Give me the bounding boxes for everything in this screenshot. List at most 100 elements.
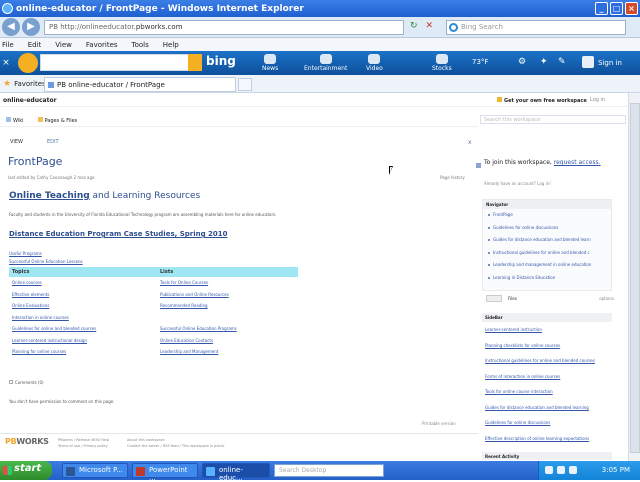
address-input[interactable]: PB http://onlineeducator.pbworks.com	[44, 20, 404, 35]
close-button[interactable]: ×	[625, 2, 638, 15]
table-cell-link[interactable]: Publications and Online Resources	[160, 292, 298, 297]
maximize-button[interactable]: □	[610, 2, 623, 15]
sidebar-link[interactable]: Planning checklists for online courses	[482, 338, 612, 354]
taskbar-item-word[interactable]: Microsoft P...	[62, 463, 128, 478]
tray-icon[interactable]	[545, 466, 553, 474]
mouse-cursor-icon	[389, 166, 393, 175]
scrollbar-thumb[interactable]	[630, 103, 640, 453]
page-history-link[interactable]: Page history	[440, 175, 465, 180]
bing-stocks-button[interactable]: Stocks	[432, 54, 452, 72]
options-link[interactable]: options	[599, 296, 614, 301]
volume-icon[interactable]	[569, 466, 577, 474]
workspace-search-input[interactable]: Search this workspace	[480, 115, 626, 124]
forward-button[interactable]: ▶	[22, 18, 40, 36]
header-topics: Topics	[12, 269, 30, 275]
already-account-text[interactable]: Already have an account? Log in!	[484, 181, 551, 186]
sidebar-link[interactable]: Guidelines for online discussions	[482, 415, 612, 431]
table-cell-link[interactable]: Online Evaluations	[9, 303, 160, 308]
table-cell-link[interactable]: Online courses	[9, 280, 160, 285]
view-tab[interactable]: VIEW	[10, 139, 23, 145]
star-icon[interactable]: ★	[3, 79, 11, 89]
tools-icon[interactable]: ✦	[540, 57, 548, 67]
favorites-button[interactable]: Favorites	[14, 80, 46, 88]
weather-readout[interactable]: 73°F	[472, 58, 488, 66]
sidebar-link[interactable]: Instructional guidelines for online and …	[482, 353, 612, 369]
taskbar-item-powerpoint[interactable]: PowerPoint ...	[132, 463, 198, 482]
table-cell-link[interactable]: Planning for online courses	[9, 349, 160, 354]
start-button[interactable]: start	[0, 461, 52, 480]
join-text: To join this workspace,	[484, 159, 552, 166]
tab-wiki[interactable]: Wiki	[6, 117, 24, 124]
table-cell-link[interactable]: Tools for Online Courses	[160, 280, 298, 285]
bing-video-button[interactable]: Video	[366, 54, 383, 72]
refresh-icon[interactable]: ↻	[410, 21, 418, 31]
gear-icon[interactable]: ⚙	[518, 57, 526, 67]
close-toolbar-icon[interactable]: ×	[0, 58, 12, 68]
table-cell-link[interactable]: Learner-centered instructional design	[9, 338, 160, 343]
tray-icon[interactable]	[557, 466, 565, 474]
workspace-name[interactable]: online-educator	[3, 97, 57, 104]
close-icon[interactable]: x	[468, 139, 472, 146]
sidebar-link[interactable]: Tools for online course interaction	[482, 384, 612, 400]
navigator-item[interactable]: Leadership and management in online educ…	[483, 259, 611, 272]
comment-icon	[9, 380, 13, 384]
sidebar-link[interactable]: Guides for distance education and blende…	[482, 400, 612, 416]
wrench-icon[interactable]: ✎	[558, 57, 566, 67]
menu-favorites[interactable]: Favorites	[86, 41, 118, 49]
user-icon[interactable]	[582, 56, 594, 68]
tab-pages-files[interactable]: Pages & Files	[37, 117, 78, 124]
pbworks-logo[interactable]: PBWORKS	[5, 437, 49, 446]
taskbar-item-browser[interactable]: online-educ...	[202, 463, 270, 482]
sidebar-link[interactable]: Forms of interaction in online courses	[482, 369, 612, 385]
menu-view[interactable]: View	[55, 41, 72, 49]
table-cell-link[interactable]: Successful Online Education Programs	[160, 326, 298, 331]
browser-tab[interactable]: PB online-educator / FrontPage	[44, 77, 236, 92]
sidebar-link[interactable]: Learner-centered instruction	[482, 322, 612, 338]
clock[interactable]: 3:05 PM	[602, 466, 630, 474]
bing-entertainment-button[interactable]: Entertainment	[304, 54, 347, 72]
navigator-item[interactable]: Guidelines for online discussions	[483, 222, 611, 235]
comments-toggle[interactable]: Comments (0)	[9, 380, 44, 385]
navigator-item[interactable]: Instructional guidelines for online and …	[483, 247, 611, 260]
vertical-scrollbar[interactable]	[628, 93, 640, 461]
useful-programs-link[interactable]: Useful Programs	[9, 250, 83, 258]
table-cell-link[interactable]: Online Education Contacts	[160, 338, 298, 343]
main-heading: Online Teaching and Learning Resources	[9, 191, 200, 201]
bing-toolbar-search[interactable]	[40, 54, 190, 71]
desktop-search-input[interactable]: Search Desktop	[274, 464, 384, 477]
sidebar-link[interactable]: Effective description of online learning…	[482, 431, 612, 447]
table-cell-link[interactable]: Guidelines for online and blended course…	[9, 326, 160, 331]
back-button[interactable]: ◀	[2, 18, 20, 36]
footer-contact-link[interactable]: Contact the owner / RSS feed / This work…	[127, 443, 225, 449]
printable-version-link[interactable]: Printable version	[422, 421, 456, 426]
bing-search-input[interactable]: Bing Search	[446, 20, 626, 35]
request-access-link[interactable]: request access.	[554, 159, 601, 166]
navigator-panel: Navigator FrontPage Guidelines for onlin…	[482, 199, 612, 291]
navigator-item[interactable]: Learning in Distance Education	[483, 272, 611, 285]
files-link[interactable]: Files	[508, 296, 517, 301]
table-cell-link[interactable]: Effective elements	[9, 292, 160, 297]
new-button[interactable]	[486, 295, 502, 302]
navigator-item[interactable]: Guides for distance education and blende…	[483, 234, 611, 247]
tab-label: Pages & Files	[44, 118, 78, 124]
table-cell-link[interactable]: Leadership and Management	[160, 349, 298, 354]
get-workspace-link[interactable]: Get your own free workspace	[497, 97, 587, 104]
minimize-button[interactable]: _	[595, 2, 608, 15]
successful-lessons-link[interactable]: Successful Online Education Lessons	[9, 258, 83, 266]
menu-tools[interactable]: Tools	[132, 41, 149, 49]
sign-in-link[interactable]: Sign in	[598, 59, 622, 67]
edit-tab[interactable]: EDIT	[47, 139, 59, 145]
bing-search-button[interactable]	[188, 54, 202, 71]
login-link[interactable]: Log in	[590, 97, 605, 103]
bing-news-button[interactable]: News	[262, 54, 278, 72]
footer-terms-link[interactable]: Terms of use / Privacy policy	[58, 443, 109, 449]
table-cell-link[interactable]: Interaction in online courses	[9, 315, 160, 320]
menu-edit[interactable]: Edit	[28, 41, 42, 49]
menu-help[interactable]: Help	[163, 41, 179, 49]
new-tab-button[interactable]	[238, 78, 252, 91]
stop-icon[interactable]: ✕	[426, 21, 434, 31]
menu-file[interactable]: File	[2, 41, 14, 49]
case-studies-link[interactable]: Distance Education Program Case Studies,…	[9, 230, 228, 238]
navigator-item[interactable]: FrontPage	[483, 209, 611, 222]
table-cell-link[interactable]: Recommended Reading	[160, 303, 298, 308]
